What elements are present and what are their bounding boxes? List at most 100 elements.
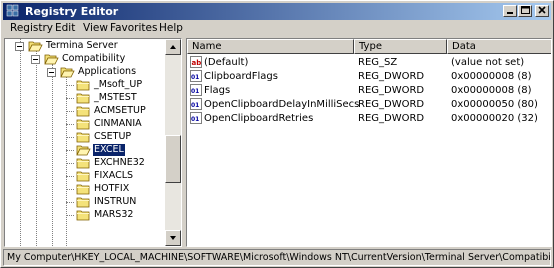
open-folder-icon xyxy=(44,54,59,65)
folder-icon xyxy=(76,106,90,117)
value-name: OpenClipboardDelayInMilliSecs xyxy=(204,99,360,110)
value-row[interactable]: ab (Default) REG_SZ (value not set) xyxy=(187,56,551,69)
folder-icon xyxy=(76,171,90,182)
tree-connector xyxy=(66,163,74,164)
maximize-icon xyxy=(521,6,530,14)
title-bar[interactable]: Registry Editor xyxy=(3,3,551,20)
registry-editor-app-icon xyxy=(6,4,19,17)
tree-connector xyxy=(66,124,74,125)
value-type: REG_DWORD xyxy=(358,99,425,110)
tree-item-label: CINMANIA xyxy=(94,118,142,129)
tree-item-label: Compatibility xyxy=(62,53,126,64)
menu-favorites[interactable]: Favorites xyxy=(110,22,157,34)
value-name: Flags xyxy=(204,85,231,96)
value-data: (value not set) xyxy=(451,57,525,68)
folder-icon xyxy=(76,132,90,143)
current-key-path: My Computer\HKEY_LOCAL_MACHINE\SOFTWARE\… xyxy=(7,252,551,263)
value-data: 0x00000020 (32) xyxy=(451,113,538,124)
tree-item-label: _Msoft_UP xyxy=(94,79,143,90)
collapse-toggle[interactable] xyxy=(31,55,40,64)
collapse-toggle[interactable] xyxy=(47,68,56,77)
menu-edit[interactable]: Edit xyxy=(55,22,75,34)
tree-item-label: Applications xyxy=(78,66,137,77)
close-button[interactable] xyxy=(535,5,549,17)
registry-editor-window: Registry Editor Registry Edit View Favor… xyxy=(0,0,554,268)
string-value-icon: ab xyxy=(190,56,202,68)
value-type: REG_DWORD xyxy=(358,71,425,82)
value-name: OpenClipboardRetries xyxy=(204,113,314,124)
tree-item-label: Termina Server xyxy=(46,40,118,51)
value-name: (Default) xyxy=(204,57,249,68)
value-row[interactable]: 01 OpenClipboardDelayInMilliSecs REG_DWORD… xyxy=(187,98,551,111)
tree-connector xyxy=(36,51,37,246)
tree-connector xyxy=(20,39,21,246)
folder-icon xyxy=(76,158,90,169)
value-type: REG_DWORD xyxy=(358,113,425,124)
tree-connector xyxy=(66,215,74,216)
value-type: REG_DWORD xyxy=(358,85,425,96)
tree-item-label: HOTFIX xyxy=(94,183,130,194)
values-list-pane[interactable]: Name Type Data ab (Default) REG_SZ (value n… xyxy=(186,38,552,247)
arrow-down-icon xyxy=(170,236,176,240)
open-folder-icon xyxy=(60,67,75,78)
dword-value-icon: 01 xyxy=(190,98,202,110)
value-row[interactable]: 01 Flags REG_DWORD 0x00000008 (8) xyxy=(187,84,551,97)
minimize-icon xyxy=(507,12,513,14)
tree-connector xyxy=(66,111,74,112)
open-folder-icon xyxy=(76,145,91,156)
tree-connector xyxy=(66,176,74,177)
value-data: 0x00000008 (8) xyxy=(451,85,532,96)
value-row[interactable]: 01 ClipboardFlags REG_DWORD 0x00000008 (8) xyxy=(187,70,551,83)
value-data: 0x00000050 (80) xyxy=(451,99,538,110)
close-icon xyxy=(538,6,546,14)
svg-text:01: 01 xyxy=(191,102,199,109)
status-bar: My Computer\HKEY_LOCAL_MACHINE\SOFTWARE\… xyxy=(3,249,551,266)
svg-text:01: 01 xyxy=(191,88,199,95)
minimize-button[interactable] xyxy=(503,5,517,17)
key-tree-pane[interactable]: Termina Server Compatibility Applications _… xyxy=(4,38,182,247)
menu-registry[interactable]: Registry xyxy=(10,22,53,34)
window-title: Registry Editor xyxy=(25,5,119,18)
tree-connector xyxy=(66,77,67,246)
column-header-name[interactable]: Name xyxy=(187,39,354,54)
folder-icon xyxy=(76,93,90,104)
tree-item-label: MARS32 xyxy=(94,209,134,220)
tree-item-label: ACMSETUP xyxy=(94,105,146,116)
svg-text:ab: ab xyxy=(192,59,202,67)
scroll-down-button[interactable] xyxy=(165,230,181,246)
tree-connector xyxy=(66,202,74,203)
dword-value-icon: 01 xyxy=(190,70,202,82)
tree-connector xyxy=(66,85,74,86)
value-name: ClipboardFlags xyxy=(204,71,278,82)
maximize-button[interactable] xyxy=(518,5,532,17)
tree-vertical-scrollbar[interactable] xyxy=(165,39,181,246)
folder-icon xyxy=(76,80,90,91)
tree-item-label: CSETUP xyxy=(94,131,132,142)
svg-text:01: 01 xyxy=(191,116,199,123)
menu-view[interactable]: View xyxy=(83,22,108,34)
open-folder-icon xyxy=(28,41,43,52)
menu-bar: Registry Edit View Favorites Help xyxy=(3,21,551,36)
tree-item-label: FIXACLS xyxy=(94,170,134,181)
dword-value-icon: 01 xyxy=(190,84,202,96)
value-row[interactable]: 01 OpenClipboardRetries REG_DWORD 0x0000002… xyxy=(187,112,551,125)
collapse-toggle[interactable] xyxy=(15,42,24,51)
value-data: 0x00000008 (8) xyxy=(451,71,532,82)
scroll-thumb[interactable] xyxy=(165,135,181,183)
tree-item-label: _MSTEST xyxy=(94,92,137,103)
menu-help[interactable]: Help xyxy=(159,22,183,34)
key-tree: Termina Server Compatibility Applications _… xyxy=(5,39,165,246)
tree-connector xyxy=(66,150,74,151)
dword-value-icon: 01 xyxy=(190,112,202,124)
tree-item-label: EXCEL xyxy=(92,143,126,157)
tree-item-label: EXCHNE32 xyxy=(94,157,145,168)
folder-icon xyxy=(76,197,90,208)
tree-connector xyxy=(66,189,74,190)
folder-icon xyxy=(76,184,90,195)
column-header-type[interactable]: Type xyxy=(354,39,447,54)
column-header-data[interactable]: Data xyxy=(447,39,551,54)
folder-icon xyxy=(76,119,90,130)
tree-connector xyxy=(66,137,74,138)
scroll-up-button[interactable] xyxy=(165,39,181,55)
svg-text:01: 01 xyxy=(191,74,199,81)
